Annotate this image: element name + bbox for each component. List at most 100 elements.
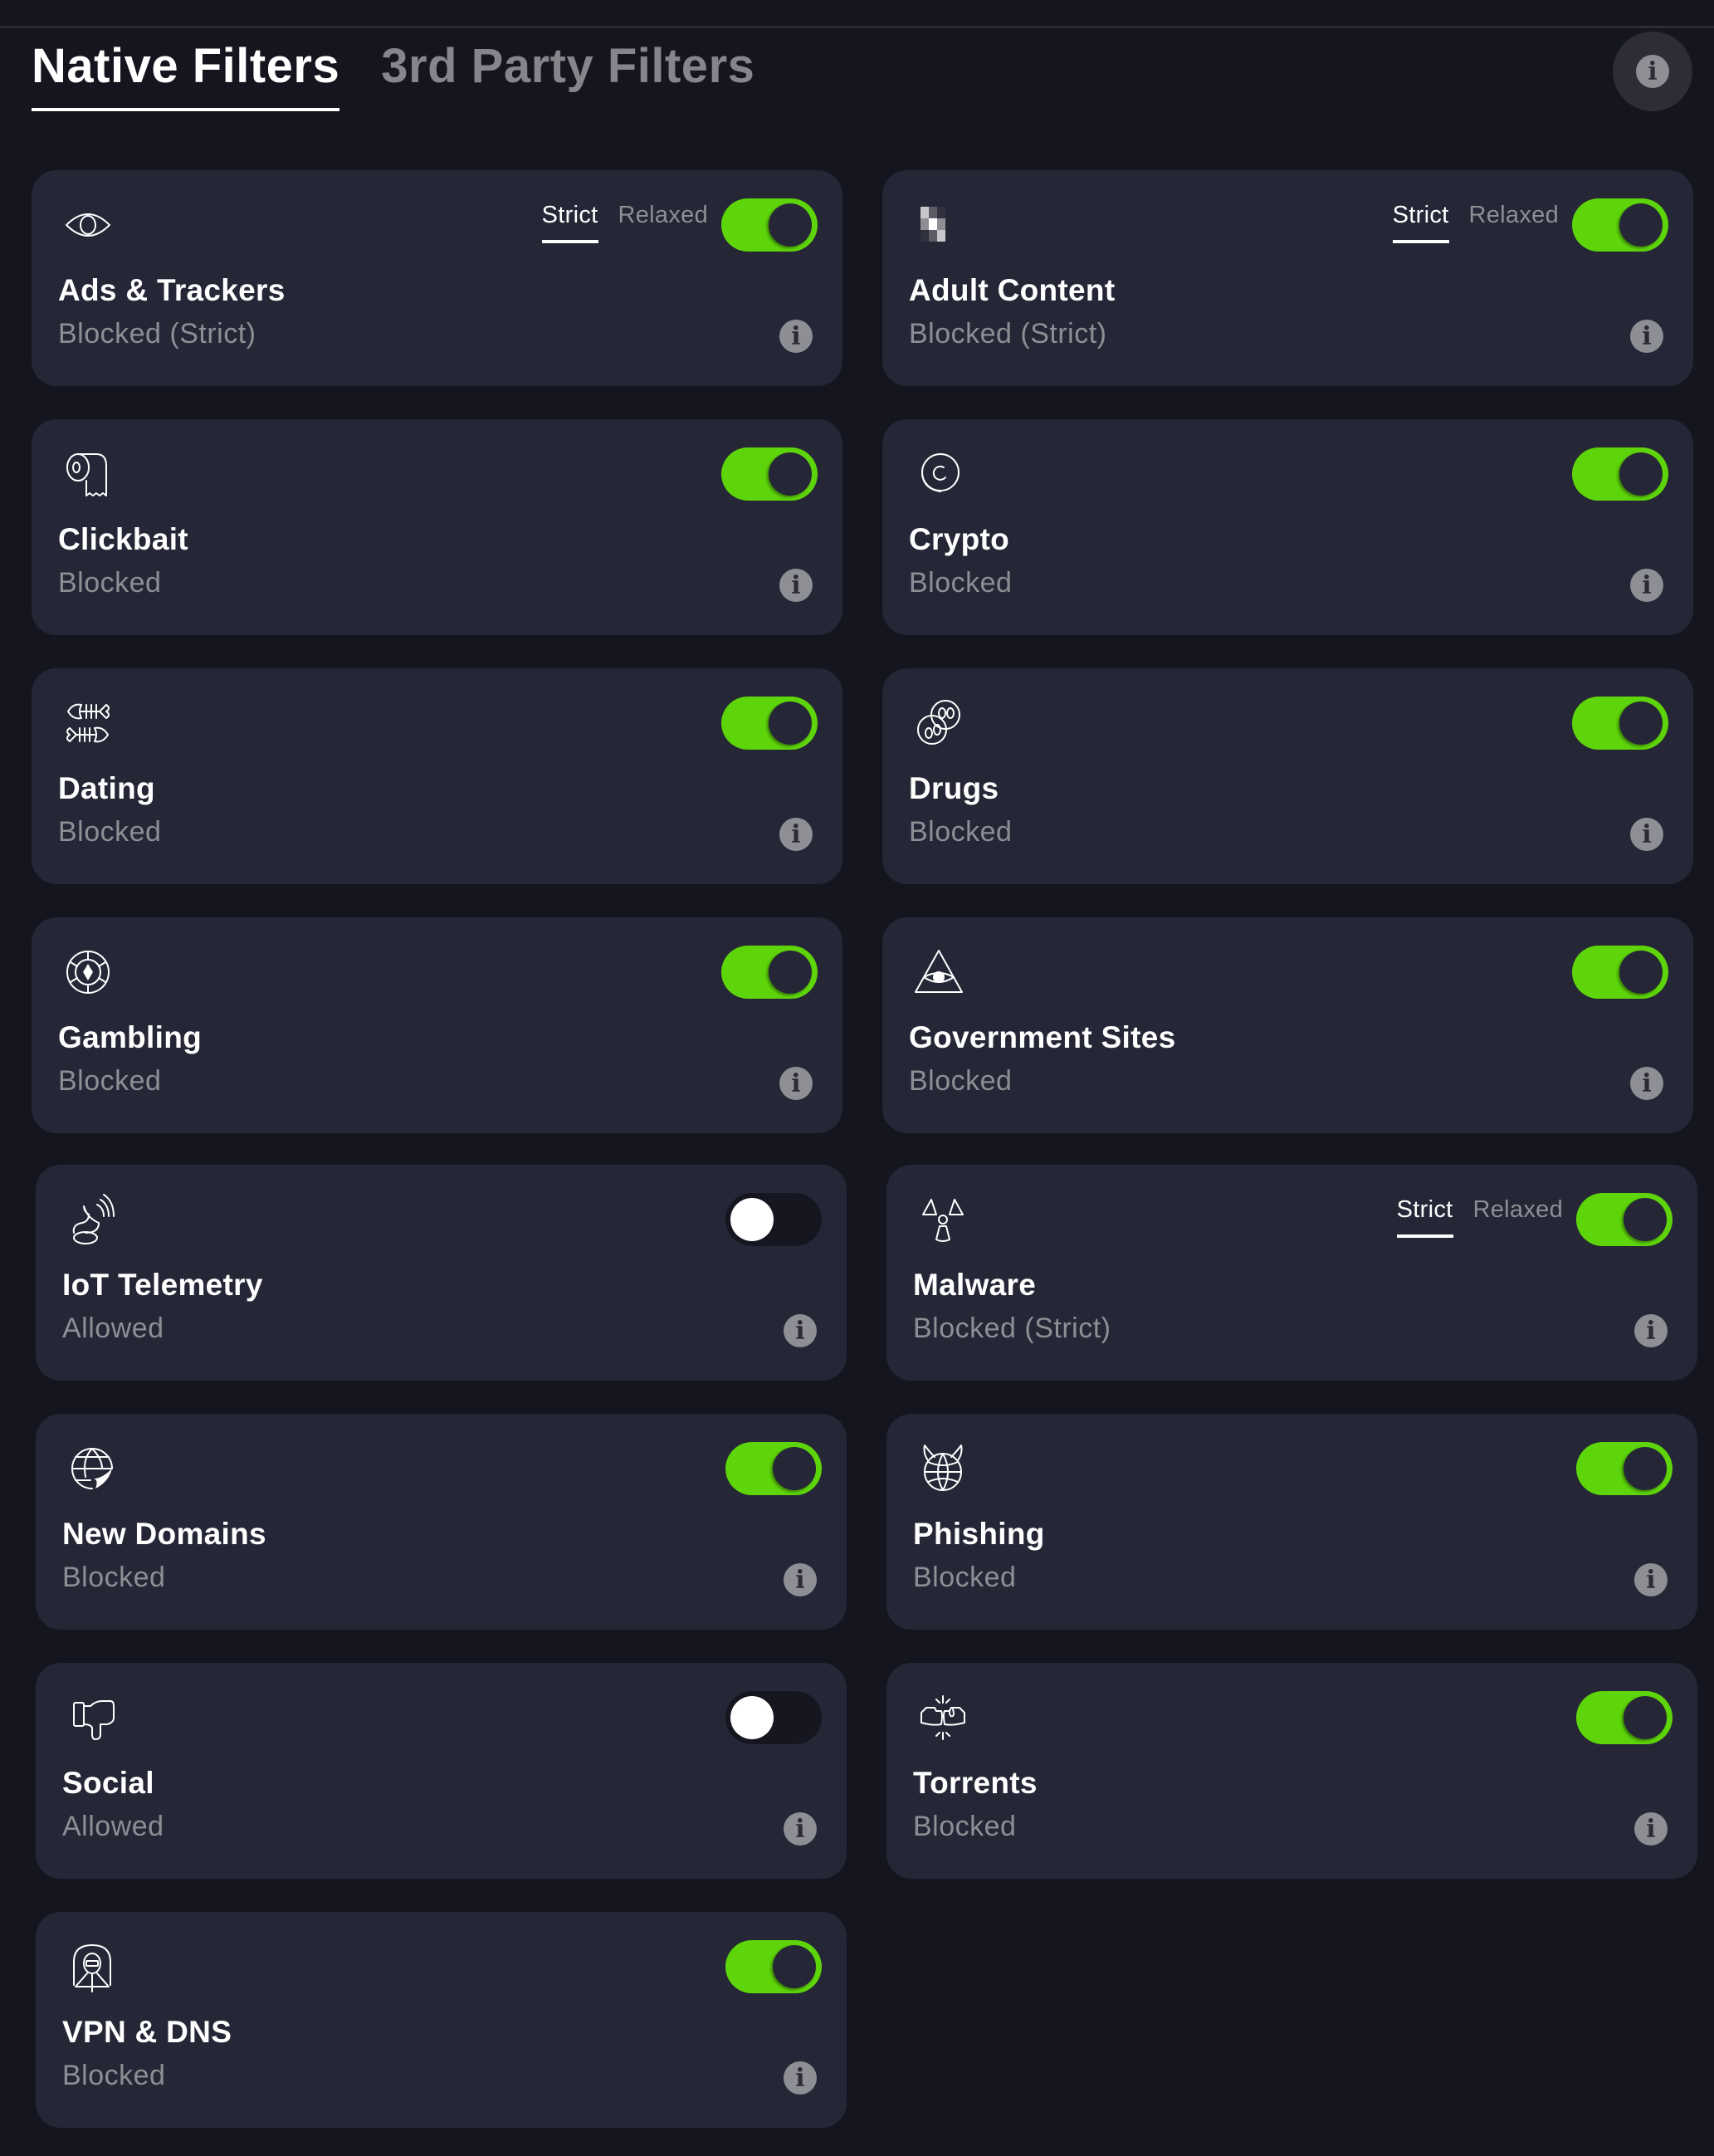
toggle-knob xyxy=(769,702,812,745)
filter-card-torrents: Torrents Blocked i xyxy=(886,1663,1697,1879)
filter-status: Allowed xyxy=(62,1313,164,1344)
mode-strict[interactable]: Strict xyxy=(1392,198,1449,243)
filter-card-dating: Dating Blocked i xyxy=(32,668,842,884)
filter-info-button[interactable]: i xyxy=(784,2061,817,2095)
toggle-knob xyxy=(730,1696,774,1739)
toggle-knob xyxy=(1619,203,1663,247)
filter-toggle[interactable] xyxy=(725,1940,822,1993)
tunnel-icon xyxy=(66,1940,119,1993)
filter-title: Crypto xyxy=(909,522,1010,556)
info-icon: i xyxy=(1634,1563,1668,1596)
filter-title: Government Sites xyxy=(909,1020,1176,1054)
fish-bones-icon xyxy=(61,697,115,750)
tab-3rd-party-filters[interactable]: 3rd Party Filters xyxy=(381,37,754,111)
devil-globe-icon xyxy=(916,1442,969,1495)
filter-info-button[interactable]: i xyxy=(1630,569,1663,602)
filter-info-button[interactable]: i xyxy=(784,1812,817,1846)
filter-info-button[interactable]: i xyxy=(1630,1067,1663,1100)
filter-info-button[interactable]: i xyxy=(784,1563,817,1596)
filter-toggle[interactable] xyxy=(721,946,818,999)
toggle-knob xyxy=(1624,1696,1667,1739)
filter-info-button[interactable]: i xyxy=(784,1314,817,1347)
filter-card-iot-telemetry: IoT Telemetry Allowed i xyxy=(36,1165,847,1381)
info-icon: i xyxy=(1630,818,1663,851)
info-icon: i xyxy=(1634,1314,1668,1347)
mode-strict[interactable]: Strict xyxy=(1396,1193,1453,1238)
info-icon: i xyxy=(1630,569,1663,602)
filter-toggle[interactable] xyxy=(725,1442,822,1495)
mode-relaxed[interactable]: Relaxed xyxy=(1469,198,1560,243)
filter-status: Blocked xyxy=(58,1065,162,1097)
filter-status: Blocked (Strict) xyxy=(909,318,1107,350)
filter-title: New Domains xyxy=(62,1517,266,1551)
filter-title: Torrents xyxy=(913,1766,1038,1800)
filter-toggle[interactable] xyxy=(721,198,818,252)
filter-card-vpn-and-dns: VPN & DNS Blocked i xyxy=(36,1912,847,2128)
info-icon: i xyxy=(784,1812,817,1846)
filter-tabs: Native Filters 3rd Party Filters xyxy=(32,37,754,111)
toggle-knob xyxy=(773,1945,816,1988)
filter-toggle[interactable] xyxy=(1572,697,1668,750)
filter-toggle[interactable] xyxy=(1572,946,1668,999)
globe-sticker-icon xyxy=(66,1442,119,1495)
toilet-paper-icon xyxy=(61,447,115,501)
mode-relaxed[interactable]: Relaxed xyxy=(1473,1193,1564,1238)
filter-toggle[interactable] xyxy=(1572,447,1668,501)
filter-info-button[interactable]: i xyxy=(1634,1314,1668,1347)
pyramid-eye-icon xyxy=(912,946,965,999)
filter-title: Ads & Trackers xyxy=(58,273,286,307)
filter-title: Dating xyxy=(58,771,155,805)
filter-title: VPN & DNS xyxy=(62,2015,232,2049)
fist-bump-icon xyxy=(916,1691,969,1744)
filter-toggle[interactable] xyxy=(725,1691,822,1744)
filter-status: Blocked xyxy=(913,1562,1017,1593)
filter-info-button[interactable]: i xyxy=(1634,1563,1668,1596)
filter-card-malware: Strict Relaxed Malware Blocked (Strict) i xyxy=(886,1165,1697,1381)
mode-relaxed[interactable]: Relaxed xyxy=(618,198,709,243)
filter-title: IoT Telemetry xyxy=(62,1268,263,1302)
toggle-knob xyxy=(769,951,812,994)
filter-card-clickbait: Clickbait Blocked i xyxy=(32,419,842,635)
info-icon: i xyxy=(779,569,813,602)
filter-card-new-domains: New Domains Blocked i xyxy=(36,1414,847,1630)
page-info-button[interactable]: i xyxy=(1613,32,1692,111)
filter-info-button[interactable]: i xyxy=(1630,818,1663,851)
pixelated-icon xyxy=(912,198,965,252)
toggle-knob xyxy=(1619,951,1663,994)
filter-title: Clickbait xyxy=(58,522,188,556)
filter-title: Gambling xyxy=(58,1020,203,1054)
toggle-knob xyxy=(769,452,812,496)
toggle-knob xyxy=(1619,452,1663,496)
filter-toggle[interactable] xyxy=(721,697,818,750)
info-icon: i xyxy=(779,1067,813,1100)
filter-info-button[interactable]: i xyxy=(779,818,813,851)
mode-strict[interactable]: Strict xyxy=(541,198,598,243)
info-icon: i xyxy=(1630,320,1663,353)
filter-toggle[interactable] xyxy=(1576,1193,1672,1246)
filter-card-government-sites: Government Sites Blocked i xyxy=(882,917,1693,1133)
filter-info-button[interactable]: i xyxy=(1634,1812,1668,1846)
info-icon: i xyxy=(1634,1812,1668,1846)
filter-info-button[interactable]: i xyxy=(779,320,813,353)
eye-icon xyxy=(61,198,115,252)
signal-dish-icon xyxy=(66,1193,119,1246)
filter-toggle[interactable] xyxy=(1572,198,1668,252)
filter-toggle[interactable] xyxy=(725,1193,822,1246)
mode-selector: Strict Relaxed xyxy=(1392,198,1560,243)
filter-info-button[interactable]: i xyxy=(1630,320,1663,353)
toggle-knob xyxy=(730,1198,774,1241)
filter-toggle[interactable] xyxy=(1576,1691,1672,1744)
filter-info-button[interactable]: i xyxy=(779,569,813,602)
tab-native-filters[interactable]: Native Filters xyxy=(32,37,340,111)
filter-title: Malware xyxy=(913,1268,1037,1302)
filter-card-gambling: Gambling Blocked i xyxy=(32,917,842,1133)
toggle-knob xyxy=(1624,1198,1667,1241)
filter-info-button[interactable]: i xyxy=(779,1067,813,1100)
filter-status: Blocked xyxy=(62,2060,166,2091)
filter-title: Drugs xyxy=(909,771,999,805)
filter-toggle[interactable] xyxy=(721,447,818,501)
mode-selector: Strict Relaxed xyxy=(1396,1193,1564,1238)
filter-toggle[interactable] xyxy=(1576,1442,1672,1495)
filter-card-crypto: Crypto Blocked i xyxy=(882,419,1693,635)
filter-status: Blocked xyxy=(58,567,162,599)
